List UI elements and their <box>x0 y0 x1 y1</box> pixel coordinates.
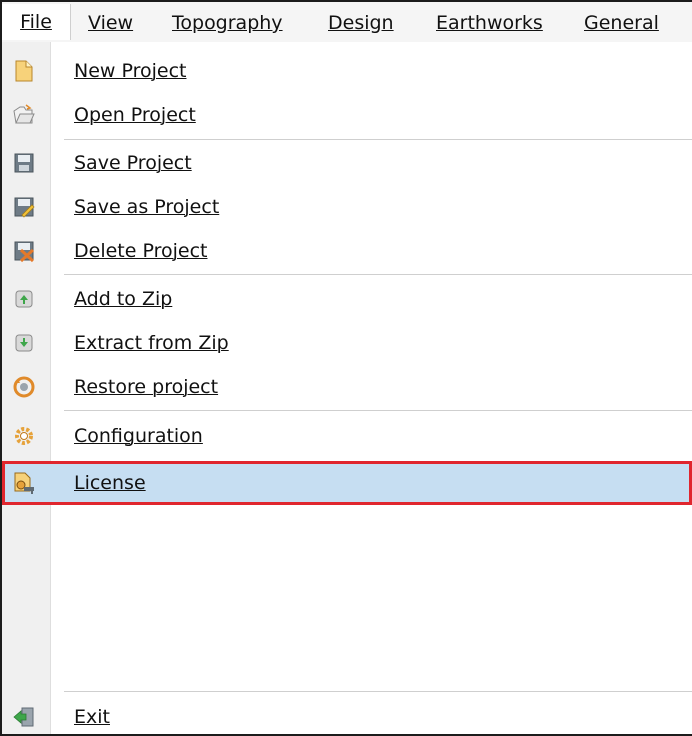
menu-item-label: Restore project <box>74 376 219 398</box>
zip-add-icon <box>12 287 36 311</box>
menu-item-label: Open Project <box>74 104 196 126</box>
menu-item-restore-project[interactable]: Restore project <box>2 366 692 408</box>
zip-extract-icon <box>12 331 36 355</box>
menu-separator <box>64 410 692 411</box>
file-dropdown-menu: New Project Open Project Save Project Sa… <box>2 42 692 734</box>
menu-item-label: Save Project <box>74 152 192 174</box>
new-document-icon <box>12 59 36 83</box>
gear-icon <box>12 424 36 448</box>
menu-item-save-as-project[interactable]: Save as Project <box>2 186 692 228</box>
menu-separator <box>64 274 692 275</box>
menu-item-label: Extract from Zip <box>74 332 229 354</box>
menu-separator <box>64 139 692 140</box>
application-window: File View Topography Design Earthworks G… <box>0 0 692 736</box>
exit-icon <box>12 705 36 729</box>
menu-earthworks[interactable]: Earthworks <box>436 8 543 38</box>
menu-separator <box>64 691 692 692</box>
menu-item-label: Exit <box>74 706 110 728</box>
menu-item-add-to-zip[interactable]: Add to Zip <box>2 278 692 320</box>
menu-item-label: Save as Project <box>74 196 220 218</box>
menu-item-label: New Project <box>74 60 187 82</box>
delete-icon <box>12 239 36 263</box>
menu-item-extract-from-zip[interactable]: Extract from Zip <box>2 322 692 364</box>
save-as-icon <box>12 195 36 219</box>
floppy-disk-icon <box>12 151 36 175</box>
menu-item-label: Configuration <box>74 425 203 447</box>
menu-item-save-project[interactable]: Save Project <box>2 142 692 184</box>
menu-item-label: Add to Zip <box>74 288 173 310</box>
menu-item-label: Delete Project <box>74 240 208 262</box>
menu-design[interactable]: Design <box>328 8 394 38</box>
menu-file[interactable]: File <box>2 4 71 40</box>
open-folder-icon <box>12 103 36 127</box>
menu-view[interactable]: View <box>88 8 133 38</box>
menu-item-exit[interactable]: Exit <box>2 696 692 734</box>
menu-item-delete-project[interactable]: Delete Project <box>2 230 692 272</box>
menu-bar: File View Topography Design Earthworks G… <box>2 2 692 42</box>
menu-item-open-project[interactable]: Open Project <box>2 94 692 136</box>
restore-icon <box>12 375 36 399</box>
menu-item-configuration[interactable]: Configuration <box>2 415 692 457</box>
menu-general[interactable]: General <box>584 8 659 38</box>
menu-topography[interactable]: Topography <box>172 8 283 38</box>
menu-item-new-project[interactable]: New Project <box>2 50 692 92</box>
highlight-outline <box>2 461 692 505</box>
